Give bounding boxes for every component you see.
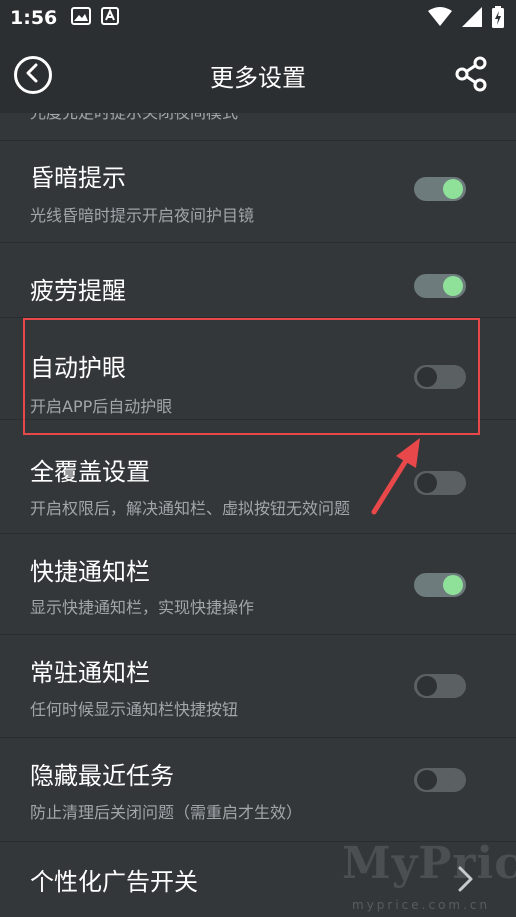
hide-recent-tasks-toggle[interactable]	[414, 768, 466, 792]
settings-list[interactable]: 光度充足时提示关闭夜间模式 昏暗提示 光线昏暗时提示开启夜间护目镜 疲劳提醒 自…	[0, 113, 516, 917]
toggle-knob	[417, 367, 437, 387]
toggle-knob	[417, 676, 437, 696]
auto-eye-care-toggle[interactable]	[414, 365, 466, 389]
row-title: 个性化广告开关	[30, 868, 198, 896]
app-bar: 更多设置	[0, 36, 516, 113]
row-subtitle: 开启权限后，解决通知栏、虚拟按钮无效问题	[30, 499, 351, 518]
row-title: 常驻通知栏	[30, 659, 150, 687]
share-button[interactable]	[454, 56, 490, 92]
row-subtitle: 显示快捷通知栏，实现快捷操作	[30, 598, 255, 617]
row-subtitle: 任何时候显示通知栏快捷按钮	[30, 700, 239, 719]
status-time: 1:56	[10, 7, 58, 29]
row-title: 快捷通知栏	[30, 558, 150, 586]
toggle-knob	[443, 276, 463, 296]
row-subtitle: 开启APP后自动护眼	[30, 397, 173, 416]
toggle-knob	[417, 770, 437, 790]
toggle-knob	[443, 575, 463, 595]
share-icon	[454, 56, 490, 96]
setting-dim-reminder[interactable]: 昏暗提示 光线昏暗时提示开启夜间护目镜	[0, 142, 516, 243]
setting-quick-notification-bar[interactable]: 快捷通知栏 显示快捷通知栏，实现快捷操作	[0, 534, 516, 635]
chevron-right-icon	[458, 866, 473, 892]
toggle-knob	[443, 179, 463, 199]
row-title: 全覆盖设置	[30, 458, 150, 486]
row-title: 昏暗提示	[30, 164, 126, 192]
row-title: 疲劳提醒	[30, 277, 126, 305]
toggle-knob	[417, 473, 437, 493]
status-bar: 1:56	[0, 0, 516, 36]
persistent-notification-toggle[interactable]	[414, 674, 466, 698]
row-subtitle: 光度充足时提示关闭夜间模式	[30, 113, 238, 123]
watermark-url: myprice.com.cn	[352, 898, 491, 912]
fatigue-reminder-toggle[interactable]	[414, 274, 466, 298]
cell-signal-icon	[462, 7, 482, 31]
battery-charging-icon	[492, 6, 504, 32]
app-notification-icon	[101, 7, 120, 29]
setting-persistent-notification[interactable]: 常驻通知栏 任何时候显示通知栏快捷按钮	[0, 635, 516, 738]
row-subtitle: 光线昏暗时提示开启夜间护目镜	[30, 206, 255, 225]
row-subtitle: 防止清理后关闭问题（需重启才生效）	[30, 803, 303, 822]
setting-auto-eye-care[interactable]: 自动护眼 开启APP后自动护眼	[0, 318, 516, 420]
setting-hide-recent-tasks[interactable]: 隐藏最近任务 防止清理后关闭问题（需重启才生效）	[0, 738, 516, 842]
quick-notification-toggle[interactable]	[414, 573, 466, 597]
page-title: 更多设置	[210, 64, 306, 92]
row-title: 自动护眼	[30, 354, 126, 382]
image-notification-icon	[71, 7, 92, 29]
row-title: 隐藏最近任务	[30, 762, 174, 790]
dim-reminder-toggle[interactable]	[414, 177, 466, 201]
setting-full-overlay[interactable]: 全覆盖设置 开启权限后，解决通知栏、虚拟按钮无效问题	[0, 420, 516, 534]
full-overlay-toggle[interactable]	[414, 471, 466, 495]
setting-fatigue-reminder[interactable]: 疲劳提醒	[0, 243, 516, 318]
wifi-icon	[428, 7, 452, 31]
partial-list-item: 光度充足时提示关闭夜间模式	[0, 113, 516, 141]
watermark-logo: MyPrice	[342, 838, 516, 889]
